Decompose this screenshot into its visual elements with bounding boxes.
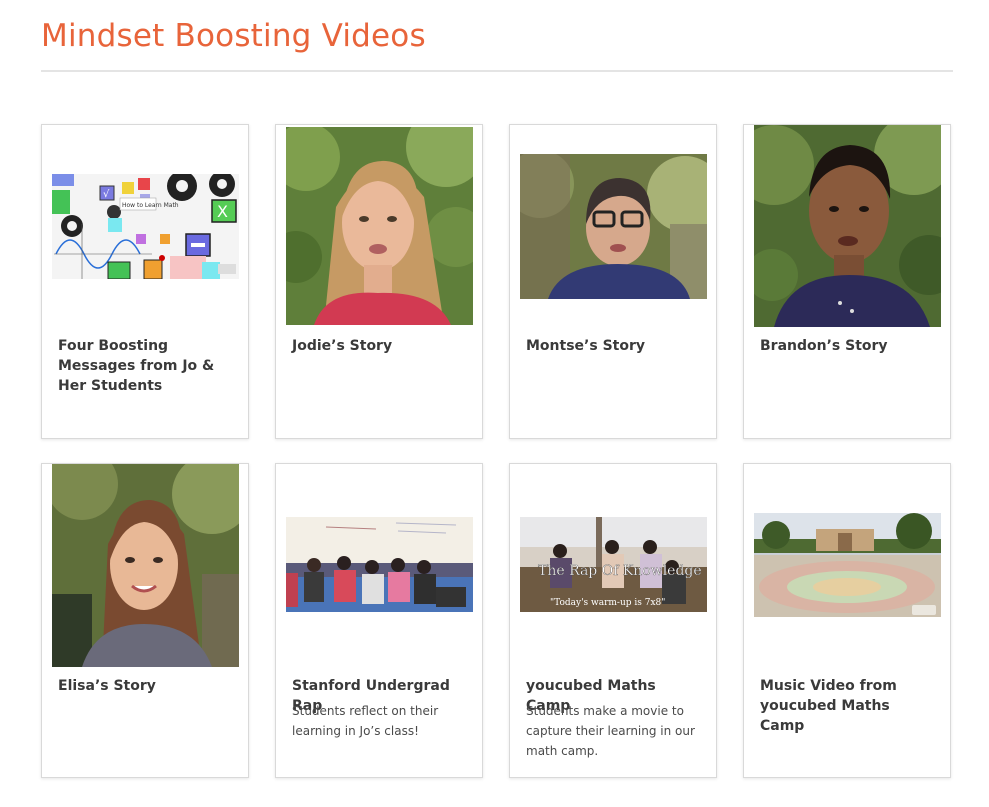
brandon-portrait-thumbnail[interactable]	[754, 125, 941, 327]
card-description: Students reflect on their learning in Jo…	[292, 704, 439, 738]
campus-plaza-thumbnail[interactable]	[754, 513, 941, 617]
classroom-students-thumbnail[interactable]	[286, 517, 473, 612]
card-title[interactable]: Montse’s Story	[526, 336, 704, 356]
card-title[interactable]: Brandon’s Story	[760, 336, 938, 356]
page-title: Mindset Boosting Videos	[41, 18, 426, 54]
svg-text:X: X	[217, 202, 228, 221]
card-title[interactable]: Jodie’s Story	[292, 336, 470, 356]
video-card-jodie[interactable]: Jodie’s Story	[275, 124, 483, 439]
video-card-stanford-rap[interactable]: Stanford Undergrad Rap Students reflect …	[275, 463, 483, 778]
title-divider	[41, 70, 953, 72]
card-title[interactable]: Four Boosting Messages from Jo & Her Stu…	[58, 336, 236, 396]
video-card-music-video[interactable]: Music Video from youcubed Maths Camp	[743, 463, 951, 778]
video-card-brandon[interactable]: Brandon’s Story	[743, 124, 951, 439]
video-card-youcubed-maths-camp[interactable]: The Rap Of Knowledge "Today's warm-up is…	[509, 463, 717, 778]
elisa-portrait-thumbnail[interactable]	[52, 464, 239, 667]
montse-portrait-thumbnail[interactable]	[520, 154, 707, 299]
jodie-portrait-thumbnail[interactable]	[286, 127, 473, 325]
video-card-montse[interactable]: Montse’s Story	[509, 124, 717, 439]
video-card-elisa[interactable]: Elisa’s Story	[41, 463, 249, 778]
thumb-caption-text: How to Learn Math	[122, 202, 179, 209]
thumb-overlay-title: The Rap Of Knowledge	[538, 563, 702, 579]
card-description: Students make a movie to capture their l…	[526, 704, 695, 758]
gears-animation-thumbnail[interactable]: √ X How to Learn Math	[52, 174, 239, 279]
card-title[interactable]: Elisa’s Story	[58, 676, 236, 696]
svg-text:√: √	[103, 189, 110, 200]
video-card-four-boosting-messages[interactable]: √ X How to Learn Math Four Boosting Mess…	[41, 124, 249, 439]
card-title[interactable]: Music Video from youcubed Maths Camp	[760, 676, 938, 736]
thumb-overlay-caption: "Today's warm-up is 7x8"	[550, 598, 665, 608]
rap-of-knowledge-thumbnail[interactable]: The Rap Of Knowledge "Today's warm-up is…	[520, 517, 707, 612]
